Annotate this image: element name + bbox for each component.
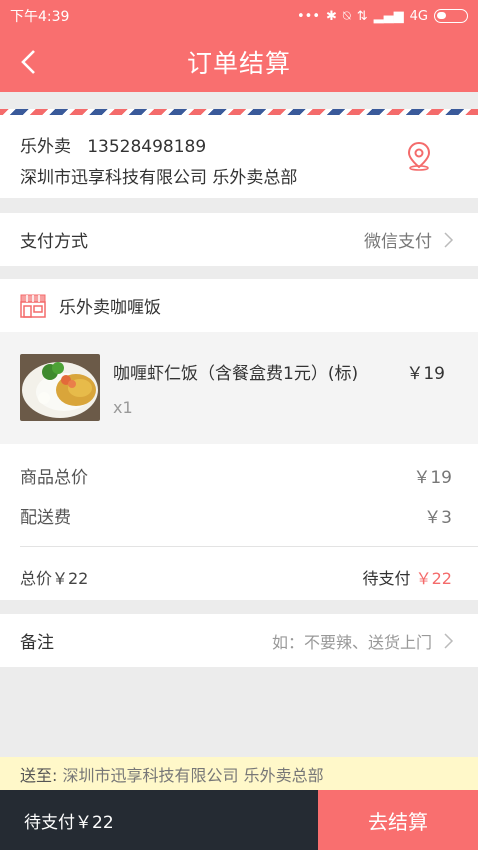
contact-line: 乐外卖 13528498189 [20,132,206,157]
delivery-fee-row: 配送费 ￥3 [20,503,452,528]
total-row: 总价￥22 待支付 ￥22 [20,565,452,589]
airmail-border [0,109,478,115]
pending-amount: ￥22 [415,569,452,588]
battery-icon [434,9,468,23]
goods-total-value: ￥19 [413,468,452,488]
pending-group: 待支付 ￥22 [363,565,452,589]
pending-payment-total: 待支付￥22 [0,790,318,850]
checkout-button[interactable]: 去结算 [318,790,478,850]
remark-value-group: 如：不要辣、送货上门 [272,629,456,653]
deliver-to-label: 送至: [20,765,58,785]
item-price: ￥19 [406,364,445,384]
status-time: 下午4:39 [10,9,70,25]
status-bar: 下午4:39 ••• ✱ ⍉ ⇅ ▂▄▆ 4G [0,0,478,32]
nav-bar: 订单结算 [0,32,478,92]
pending-label: 待支付 [362,569,411,588]
shop-header: 乐外卖咖喱饭 [0,279,478,332]
chevron-right-icon [444,231,454,248]
price-summary: 商品总价 ￥19 配送费 ￥3 总价￥22 待支付 ￥22 [0,444,478,600]
shop-icon [20,294,46,318]
deliver-to-address: 深圳市迅享科技有限公司 乐外卖总部 [62,765,324,785]
remark-label: 备注 [20,633,54,653]
item-quantity: x1 [113,398,133,417]
remark-placeholder: 如：不要辣、送货上门 [271,632,432,652]
contact-phone: 13528498189 [87,137,207,157]
status-icons: ••• ✱ ⍉ ⇅ ▂▄▆ 4G [297,9,468,24]
total-price: 总价￥22 [20,569,89,588]
order-item: 咖喱虾仁饭（含餐盒费1元）(标) ￥19 x1 [0,332,478,444]
payment-value-group: 微信支付 [364,227,456,252]
chevron-left-icon [21,50,35,74]
goods-total-row: 商品总价 ￥19 [20,463,452,488]
location-pin-icon [407,141,431,171]
data-arrows-icon: ⇅ [356,8,368,24]
payment-method-row[interactable]: 支付方式 微信支付 [0,213,478,266]
divider [20,546,478,547]
remark-row[interactable]: 备注 如：不要辣、送货上门 [0,614,478,667]
bluetooth-icon: ✱ [326,8,337,24]
page-title: 订单结算 [186,49,291,78]
shop-name: 乐外卖咖喱饭 [59,298,161,318]
contact-name: 乐外卖 [20,137,71,157]
address-card[interactable]: 乐外卖 13528498189 深圳市迅享科技有限公司 乐外卖总部 [0,109,478,198]
signal-icon: ▂▄▆ [373,8,404,24]
payment-label: 支付方式 [20,232,88,252]
payment-value: 微信支付 [364,232,432,252]
dish-image [20,354,100,421]
deliver-to-banner: 送至: 深圳市迅享科技有限公司 乐外卖总部 [0,757,478,790]
network-label: 4G [409,8,428,24]
goods-total-label: 商品总价 [20,468,88,488]
back-button[interactable] [8,42,48,82]
address-detail: 深圳市迅享科技有限公司 乐外卖总部 [20,168,298,188]
checkout-bar: 待支付￥22 去结算 [0,790,478,850]
item-name: 咖喱虾仁饭（含餐盒费1元）(标) [113,364,359,384]
delivery-fee-value: ￥3 [424,508,452,528]
more-dots-icon: ••• [297,8,321,24]
mute-icon: ⍉ [342,8,351,24]
chevron-right-icon [444,632,454,649]
delivery-fee-label: 配送费 [20,508,71,528]
